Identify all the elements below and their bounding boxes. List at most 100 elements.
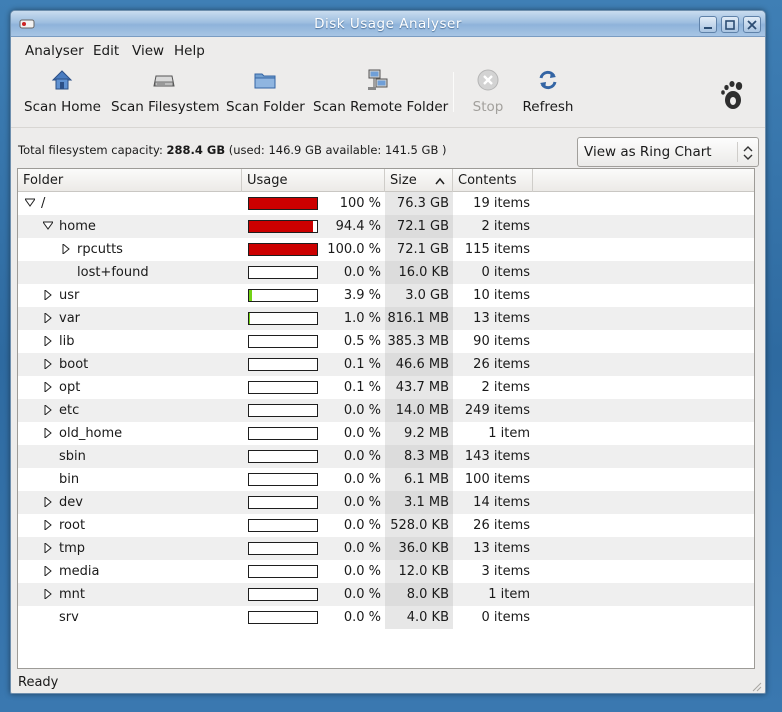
folder-size: 16.0 KB [398,265,449,280]
usage-bar-fill [249,313,250,324]
hard-drive-icon [153,75,175,87]
menu-view[interactable]: View [132,43,164,59]
expander-collapsed-icon[interactable] [43,543,53,553]
usage-bar [248,220,318,233]
usage-bar [248,266,318,279]
usage-percent: 0.0 % [343,564,381,579]
usage-bar [248,289,318,302]
capacity-label: Total filesystem capacity: [18,143,163,157]
minimize-icon [704,27,712,29]
minimize-button[interactable] [699,16,717,33]
table-row[interactable]: rpcutts 100.0 % 72.1 GB 115 items [18,238,754,261]
folder-contents: 13 items [473,311,530,326]
folder-size: 72.1 GB [396,219,449,234]
folder-size: 3.1 MB [404,495,449,510]
scan-filesystem-button[interactable]: Scan Filesystem [111,68,220,120]
table-row[interactable]: bin 0.0 % 6.1 MB 100 items [18,468,754,491]
table-row[interactable]: root 0.0 % 528.0 KB 26 items [18,514,754,537]
expander-collapsed-icon[interactable] [43,405,53,415]
folder-size: 12.0 KB [398,564,449,579]
folder-tree[interactable]: Folder Usage Size Contents / 100 % 76.3 GB… [17,168,755,669]
table-row[interactable]: home 94.4 % 72.1 GB 2 items [18,215,754,238]
resize-grip-icon[interactable] [750,680,762,692]
updown-arrows-icon [743,146,753,160]
usage-bar [248,427,318,440]
table-row[interactable]: usr 3.9 % 3.0 GB 10 items [18,284,754,307]
menu-bar: Analyser Edit View Help [11,38,765,62]
usage-percent: 0.0 % [343,403,381,418]
table-row[interactable]: media 0.0 % 12.0 KB 3 items [18,560,754,583]
scan-folder-button[interactable]: Scan Folder [226,68,305,120]
status-bar: Ready [11,672,765,693]
maximize-icon [725,20,735,30]
folder-contents: 26 items [473,357,530,372]
expander-collapsed-icon[interactable] [43,382,53,392]
title-bar[interactable]: Disk Usage Analyser [11,11,765,37]
folder-icon [254,73,276,89]
usage-bar [248,450,318,463]
folder-name: opt [59,380,81,395]
expander-collapsed-icon[interactable] [43,428,53,438]
usage-bar-fill [249,244,317,255]
table-row[interactable]: opt 0.1 % 43.7 MB 2 items [18,376,754,399]
info-bar: Total filesystem capacity: 288.4 GB (use… [11,128,765,172]
expander-collapsed-icon[interactable] [43,566,53,576]
close-icon [747,20,757,30]
expander-collapsed-icon[interactable] [43,336,53,346]
folder-size: 6.1 MB [404,472,449,487]
scan-filesystem-label: Scan Filesystem [111,99,220,115]
usage-percent: 94.4 % [335,219,381,234]
table-row[interactable]: lost+found 0.0 % 16.0 KB 0 items [18,261,754,284]
usage-bar [248,381,318,394]
expander-collapsed-icon[interactable] [43,497,53,507]
scan-remote-folder-button[interactable]: Scan Remote Folder [313,68,448,120]
usage-bar [248,473,318,486]
home-icon [51,70,73,90]
table-row[interactable]: etc 0.0 % 14.0 MB 249 items [18,399,754,422]
expander-collapsed-icon[interactable] [43,520,53,530]
table-row[interactable]: var 1.0 % 816.1 MB 13 items [18,307,754,330]
table-row[interactable]: dev 0.0 % 3.1 MB 14 items [18,491,754,514]
expander-collapsed-icon[interactable] [61,244,71,254]
table-row[interactable]: lib 0.5 % 385.3 MB 90 items [18,330,754,353]
stop-icon [477,69,499,91]
folder-name: / [41,196,46,211]
folder-name: var [59,311,81,326]
folder-size: 43.7 MB [395,380,449,395]
expander-collapsed-icon[interactable] [43,589,53,599]
column-size[interactable]: Size [385,169,453,192]
table-row[interactable]: old_home 0.0 % 9.2 MB 1 item [18,422,754,445]
table-row[interactable]: mnt 0.0 % 8.0 KB 1 item [18,583,754,606]
table-row[interactable]: boot 0.1 % 46.6 MB 26 items [18,353,754,376]
maximize-button[interactable] [721,16,739,33]
stop-button[interactable]: Stop [465,68,511,120]
expander-collapsed-icon[interactable] [43,313,53,323]
menu-help[interactable]: Help [174,43,205,59]
folder-name: mnt [59,587,85,602]
usage-bar [248,197,318,210]
table-row[interactable]: srv 0.0 % 4.0 KB 0 items [18,606,754,629]
combo-separator [737,142,738,162]
expander-expanded-icon[interactable] [25,198,35,208]
refresh-icon [539,70,557,90]
close-button[interactable] [743,16,761,33]
column-usage[interactable]: Usage [242,169,385,192]
expander-collapsed-icon[interactable] [43,290,53,300]
column-folder[interactable]: Folder [18,169,242,192]
usage-bar [248,335,318,348]
usage-percent: 0.0 % [343,472,381,487]
menu-edit[interactable]: Edit [93,43,119,59]
usage-percent: 0.0 % [343,449,381,464]
expander-expanded-icon[interactable] [43,221,53,231]
table-row[interactable]: sbin 0.0 % 8.3 MB 143 items [18,445,754,468]
scan-home-button[interactable]: Scan Home [24,68,101,120]
refresh-button[interactable]: Refresh [520,68,576,120]
column-contents[interactable]: Contents [453,169,533,192]
table-row[interactable]: / 100 % 76.3 GB 19 items [18,192,754,215]
table-row[interactable]: tmp 0.0 % 36.0 KB 13 items [18,537,754,560]
view-mode-select[interactable]: View as Ring Chart [577,137,759,167]
menu-analyser[interactable]: Analyser [25,43,84,59]
toolbar-separator [453,72,454,112]
folder-name: old_home [59,426,123,441]
expander-collapsed-icon[interactable] [43,359,53,369]
